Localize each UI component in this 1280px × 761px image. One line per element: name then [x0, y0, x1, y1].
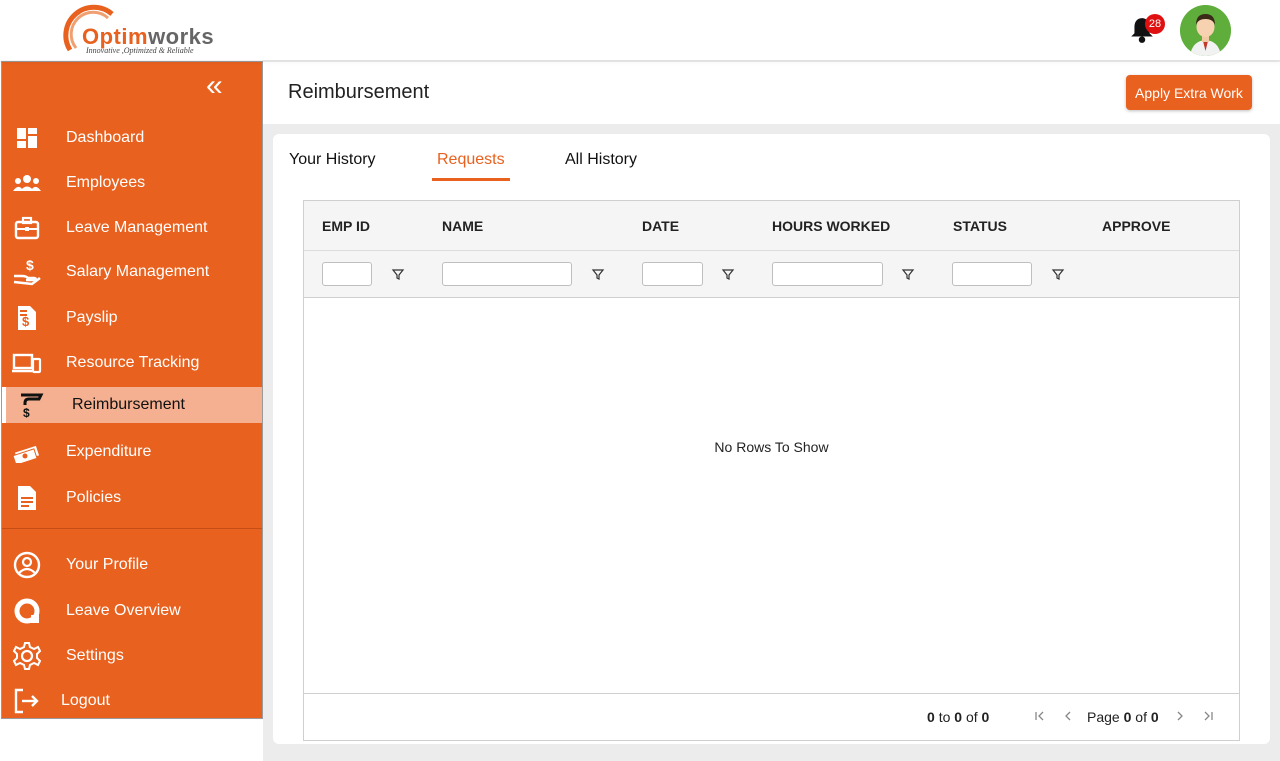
previous-page-icon[interactable]	[1060, 708, 1076, 724]
filter-icon[interactable]	[1051, 267, 1065, 281]
sidebar-item-logout[interactable]: Logout	[2, 683, 262, 719]
apply-extra-work-button[interactable]: Apply Extra Work	[1126, 75, 1252, 110]
top-header: Optimworks Innovative ,Optimized & Relia…	[0, 0, 1280, 60]
sidebar: « Dashboard Employees Leave Management $…	[1, 61, 263, 719]
first-page-icon[interactable]	[1032, 708, 1048, 724]
column-header-date[interactable]: DATE	[642, 218, 679, 234]
logo-tagline: Innovative ,Optimized & Reliable	[86, 46, 194, 55]
sidebar-item-your-profile[interactable]: Your Profile	[2, 547, 262, 583]
header-separator	[304, 250, 1239, 251]
sidebar-item-label: Salary Management	[66, 263, 210, 280]
column-header-approve[interactable]: APPROVE	[1102, 218, 1170, 234]
column-header-hours-worked[interactable]: HOURS WORKED	[772, 218, 890, 234]
sidebar-item-expenditure[interactable]: Expenditure	[2, 434, 262, 470]
avatar[interactable]	[1180, 5, 1231, 56]
sidebar-item-employees[interactable]: Employees	[2, 165, 262, 201]
sidebar-item-label: Payslip	[66, 309, 118, 326]
active-tab-indicator	[432, 178, 510, 181]
requests-grid: EMP ID NAME DATE HOURS WORKED STATUS APP…	[303, 200, 1240, 741]
tab-all-history[interactable]: All History	[565, 151, 637, 181]
sidebar-item-leave-management[interactable]: Leave Management	[2, 210, 262, 246]
sidebar-item-policies[interactable]: Policies	[2, 480, 262, 516]
sidebar-item-label: Dashboard	[66, 129, 145, 146]
sidebar-item-label: Settings	[66, 647, 124, 664]
empty-grid-message: No Rows To Show	[714, 439, 829, 455]
money-icon	[12, 437, 42, 467]
sidebar-item-label: Employees	[66, 174, 146, 191]
name-filter-input[interactable]	[442, 262, 572, 286]
sidebar-item-resource-tracking[interactable]: Resource Tracking	[2, 345, 262, 381]
sidebar-item-label: Reimbursement	[72, 396, 185, 413]
grid-header: EMP ID NAME DATE HOURS WORKED STATUS APP…	[304, 201, 1239, 298]
sidebar-item-payslip[interactable]: $ Payslip	[2, 300, 262, 336]
sidebar-item-label: Policies	[66, 489, 122, 506]
svg-text:$: $	[22, 314, 30, 329]
date-filter-input[interactable]	[642, 262, 703, 286]
user-avatar-icon	[1180, 5, 1231, 56]
svg-text:$: $	[23, 406, 30, 419]
filter-icon[interactable]	[721, 267, 735, 281]
column-header-emp-id[interactable]: EMP ID	[322, 218, 370, 234]
sidebar-item-label: Leave Overview	[66, 602, 181, 619]
reimbursement-icon: $	[16, 390, 46, 420]
page-title: Reimbursement	[288, 81, 430, 103]
sidebar-item-label: Leave Management	[66, 219, 208, 236]
column-header-status[interactable]: STATUS	[953, 218, 1007, 234]
dashboard-icon	[12, 123, 42, 153]
tab-requests[interactable]: Requests	[437, 151, 505, 181]
employees-icon	[12, 168, 42, 198]
company-logo[interactable]: Optimworks Innovative ,Optimized & Relia…	[56, 4, 236, 58]
sidebar-item-label: Your Profile	[66, 556, 149, 573]
filter-icon[interactable]	[591, 267, 605, 281]
next-page-icon[interactable]	[1172, 708, 1188, 724]
gear-icon	[12, 641, 42, 671]
filter-icon[interactable]	[391, 267, 405, 281]
sidebar-item-settings[interactable]: Settings	[2, 638, 262, 674]
filter-icon[interactable]	[901, 267, 915, 281]
sidebar-item-leave-overview[interactable]: Leave Overview	[2, 593, 262, 629]
devices-icon	[12, 348, 42, 378]
sidebar-item-reimbursement[interactable]: $ Reimbursement	[2, 387, 262, 423]
sidebar-item-salary-management[interactable]: $ Salary Management	[2, 254, 262, 290]
logout-icon	[12, 686, 42, 716]
collapse-sidebar-icon[interactable]: «	[206, 71, 230, 101]
last-page-icon[interactable]	[1200, 708, 1216, 724]
profile-icon	[12, 550, 42, 580]
notification-badge: 28	[1145, 14, 1165, 34]
column-header-name[interactable]: NAME	[442, 218, 483, 234]
hours-worked-filter-input[interactable]	[772, 262, 883, 286]
payslip-icon: $	[12, 303, 42, 333]
sidebar-divider	[2, 528, 262, 529]
sidebar-item-label: Expenditure	[66, 443, 152, 460]
svg-text:$: $	[26, 258, 34, 273]
sidebar-item-label: Resource Tracking	[66, 354, 200, 371]
row-range-summary: 0 to 0 of 0	[927, 709, 990, 725]
emp-id-filter-input[interactable]	[322, 262, 372, 286]
briefcase-icon	[12, 213, 42, 243]
grid-pagination-footer: 0 to 0 of 0 Page 0 of 0	[304, 693, 1239, 740]
page-indicator: Page 0 of 0	[1087, 709, 1159, 725]
document-icon	[12, 483, 42, 513]
sidebar-item-label: Logout	[61, 692, 110, 709]
sidebar-item-dashboard[interactable]: Dashboard	[2, 120, 262, 156]
leave-overview-icon	[12, 596, 42, 626]
status-filter-input[interactable]	[952, 262, 1032, 286]
salary-hand-icon: $	[12, 257, 42, 287]
tab-your-history[interactable]: Your History	[289, 151, 376, 181]
